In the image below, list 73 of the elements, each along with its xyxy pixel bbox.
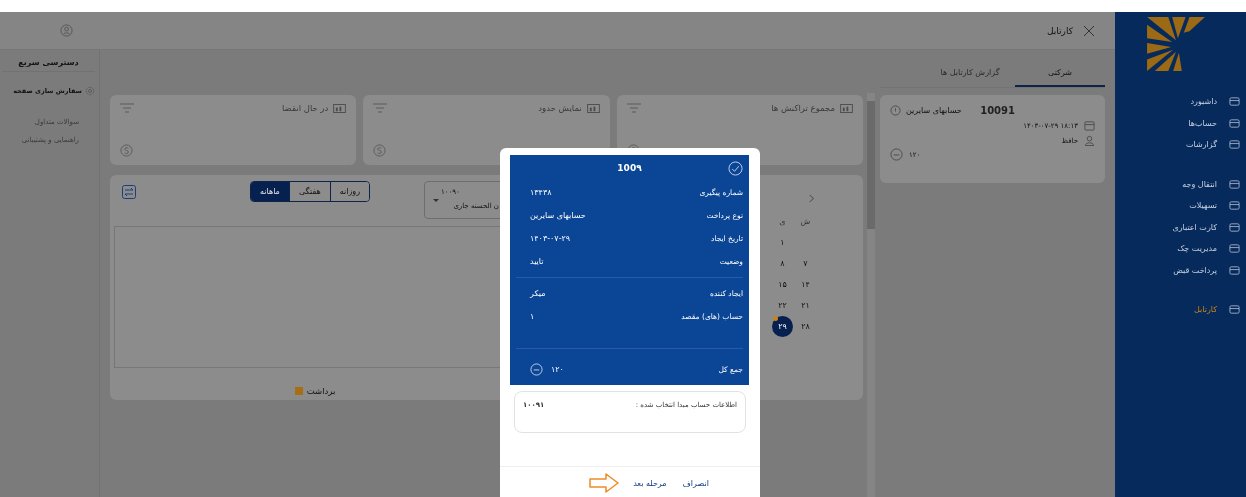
calendar-day[interactable]: ۸ (771, 259, 794, 268)
card-title: نمایش حدود (538, 103, 582, 113)
menu-item-icon (1229, 139, 1240, 151)
calendar-day[interactable]: ۲۹ (772, 316, 793, 337)
chevron-icon[interactable] (808, 194, 815, 203)
user-avatar-icon[interactable] (60, 24, 73, 37)
filter-icon[interactable] (626, 103, 641, 113)
nav-item[interactable]: گزارشات (1115, 134, 1240, 156)
nav-item[interactable]: کارتابل (1115, 299, 1240, 321)
quick-access-title: دسترسی سریع (2, 58, 95, 72)
menu-item-icon (1229, 264, 1240, 276)
calendar-day[interactable]: ۱۵ (771, 280, 794, 289)
receipt-title: 100۹ (616, 163, 643, 173)
calendar-day[interactable]: ۲۱ (794, 301, 817, 310)
nav-item[interactable]: داشبورد (1115, 91, 1240, 113)
total-value: ۱۲۰ (551, 364, 564, 374)
info-icon[interactable] (890, 105, 901, 116)
calendar-day[interactable]: ۷ (794, 259, 817, 268)
weekday-label: ی (778, 217, 787, 226)
card-title: در حال انقضا (282, 103, 329, 113)
logo (1146, 17, 1205, 71)
menu-item-icon (1229, 221, 1240, 233)
field-value: حسابهای سایرین (530, 211, 586, 220)
field-value: ۱ (530, 312, 535, 321)
field-value: میکر (530, 289, 546, 298)
arrow-icon (589, 473, 620, 493)
card-title: مجموع تراکنش ها (771, 103, 835, 113)
calendar-day[interactable]: ۲۲ (771, 301, 794, 310)
scrollbar[interactable] (867, 93, 875, 497)
menu-item-icon (1229, 117, 1240, 129)
nav-item[interactable]: حساب‌ها (1115, 112, 1240, 134)
menu-item-icon (1229, 178, 1240, 190)
page-title: کارتابل (1047, 25, 1073, 36)
nav-item[interactable]: کارت اعتباری (1115, 216, 1240, 238)
menu-item-icon (1229, 200, 1240, 212)
currency-icon (890, 148, 903, 161)
legend-label: برداشت (306, 386, 336, 396)
weekday-label: ش (799, 217, 812, 226)
settings-icon[interactable] (85, 86, 95, 96)
next-button[interactable]: مرحله بعد (631, 474, 669, 492)
nav-item[interactable]: پرداخت قبض (1115, 259, 1240, 281)
dollar-icon (120, 144, 133, 157)
request-type: حسابهای سایرین (906, 106, 962, 115)
calendar-icon (1084, 120, 1095, 131)
tab[interactable]: شرکتی (1015, 58, 1105, 87)
menu-item-icon (1229, 304, 1240, 316)
swap-icon[interactable] (122, 185, 136, 199)
filter-icon[interactable] (120, 103, 134, 113)
close-icon[interactable] (1083, 24, 1095, 37)
check-circle-icon (728, 160, 743, 176)
nav-item[interactable]: مدیریت چک (1115, 238, 1240, 260)
nav-item[interactable]: انتقال وجه (1115, 173, 1240, 195)
filter-icon[interactable] (373, 103, 388, 113)
cancel-button[interactable]: انصراف (680, 474, 711, 492)
currency-icon (530, 362, 543, 376)
user-icon (1084, 135, 1095, 146)
calendar-day[interactable]: ۱۴ (794, 280, 817, 289)
field-value: تایید (530, 257, 544, 266)
calendar-day[interactable]: ۱ (771, 238, 794, 247)
calendar-day[interactable]: ۲۸ (794, 322, 817, 331)
dollar-icon (373, 144, 387, 157)
field-value: ۱۴۰۳-۰۷-۲۹ (530, 234, 571, 243)
menu-item-icon (1229, 96, 1240, 108)
card-icon (840, 103, 853, 113)
request-number: 10091 (980, 105, 1015, 116)
card-icon (333, 103, 347, 113)
period-tab[interactable]: ماهانه (251, 182, 289, 201)
menu-item-icon (1229, 243, 1240, 255)
tab[interactable]: گزارش کارتابل ها (925, 58, 1015, 87)
card-icon (586, 103, 600, 113)
nav-item[interactable]: تسهیلات (1115, 195, 1240, 217)
period-tab[interactable]: روزانه (329, 182, 369, 201)
field-value: ۱۳۴۳۸ (530, 188, 552, 197)
